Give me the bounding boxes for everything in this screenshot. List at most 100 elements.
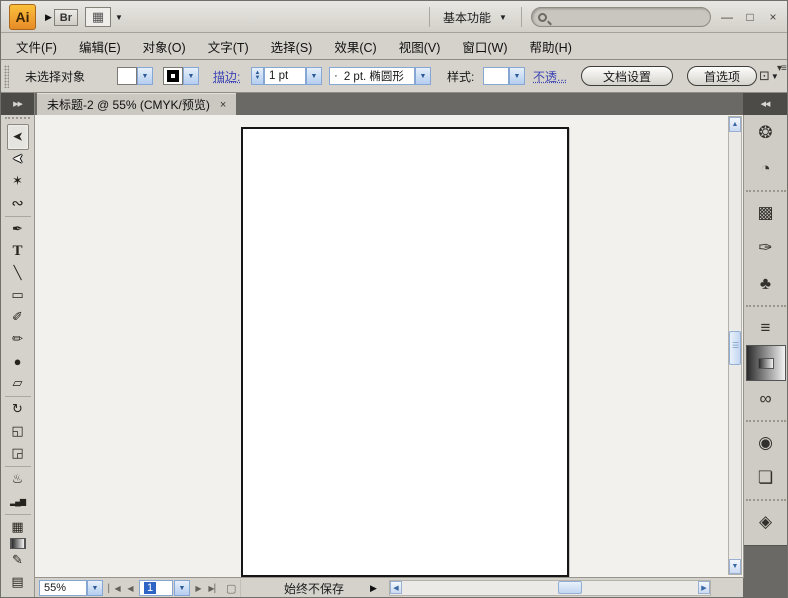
chevron-down-icon[interactable]: ▼ bbox=[137, 67, 153, 85]
tools-panel-collapse-button[interactable]: ▶▶ bbox=[1, 93, 35, 115]
direct-selection-tool[interactable]: ➤ bbox=[7, 146, 29, 172]
document-setup-button[interactable]: 文档设置 bbox=[581, 60, 673, 92]
stroke-weight-control[interactable]: ▲▼ 1 pt ▼ bbox=[251, 60, 322, 92]
chevron-down-icon[interactable]: ▼ bbox=[306, 67, 322, 85]
mesh-tool[interactable]: ▦ bbox=[5, 514, 31, 538]
app-window: Ai ▶ Br ▦ ▼ 基本功能 ▼ — □ × 文件(F) 编辑(E) bbox=[0, 0, 788, 598]
control-panel-menu[interactable]: ▾≡ bbox=[777, 52, 786, 84]
fill-swatch[interactable] bbox=[117, 67, 137, 85]
gradient-panel-icon[interactable] bbox=[746, 345, 786, 381]
document-tab-title: 未标题-2 @ 55% (CMYK/预览) bbox=[47, 96, 210, 113]
free-transform-tool[interactable]: ◲ bbox=[5, 442, 31, 464]
bridge-launcher[interactable]: ▶ Br bbox=[45, 9, 78, 26]
tab-close-icon[interactable]: × bbox=[220, 99, 226, 111]
close-button[interactable]: × bbox=[765, 9, 781, 24]
menu-item[interactable]: 窗口(W) bbox=[451, 33, 518, 60]
type-tool[interactable]: T bbox=[5, 240, 31, 262]
stroke-panel-icon[interactable]: ≡ bbox=[746, 305, 786, 345]
brush-definition-control[interactable]: · 2 pt. 椭圆形 ▼ bbox=[329, 60, 431, 92]
stroke-weight-stepper[interactable]: ▲▼ bbox=[251, 67, 264, 85]
artboard[interactable] bbox=[241, 127, 569, 577]
fill-color-control[interactable]: ▼ bbox=[117, 60, 153, 92]
menu-item[interactable]: 对象(O) bbox=[132, 33, 197, 60]
scale-tool[interactable]: ◱ bbox=[5, 420, 31, 442]
vertical-scrollbar-thumb[interactable] bbox=[729, 331, 741, 365]
menu-item[interactable]: 编辑(E) bbox=[68, 33, 132, 60]
slice-tool[interactable]: ▤ bbox=[5, 571, 31, 593]
eyedropper-tool[interactable]: ✎ bbox=[5, 549, 31, 571]
chevron-down-icon[interactable]: ▼ bbox=[183, 67, 199, 85]
stroke-weight-value[interactable]: 1 pt bbox=[264, 67, 306, 85]
double-arrow-right-icon: ▶▶ bbox=[13, 100, 22, 108]
next-artboard-button[interactable]: ▶ bbox=[191, 580, 206, 596]
status-popup-icon[interactable]: ▶ bbox=[370, 583, 377, 594]
chevron-down-icon[interactable]: ▼ bbox=[415, 67, 431, 85]
scroll-down-icon[interactable]: ▼ bbox=[729, 559, 741, 574]
menu-item[interactable]: 效果(C) bbox=[323, 33, 387, 60]
horizontal-scrollbar[interactable]: ◀ ▶ bbox=[389, 580, 711, 596]
opacity-panel-link[interactable]: 不透... bbox=[533, 60, 567, 92]
scroll-right-icon[interactable]: ▶ bbox=[698, 581, 710, 594]
chevron-down-icon[interactable]: ▼ bbox=[174, 580, 190, 596]
layers-panel-icon[interactable]: ◈ bbox=[746, 499, 786, 539]
workspace-switcher[interactable]: 基本功能 ▼ bbox=[439, 8, 511, 27]
menu-item[interactable]: 文字(T) bbox=[197, 33, 260, 60]
help-search[interactable] bbox=[531, 7, 711, 27]
horizontal-scrollbar-thumb[interactable] bbox=[558, 581, 582, 594]
eraser-tool[interactable]: ▱ bbox=[5, 372, 31, 394]
maximize-button[interactable]: □ bbox=[742, 9, 758, 24]
dock-bottom-corner bbox=[743, 578, 787, 598]
lasso-tool[interactable]: ∾ bbox=[5, 192, 31, 214]
pen-tool[interactable]: ✒ bbox=[5, 216, 31, 240]
brushes-panel-icon[interactable]: ✑ bbox=[746, 230, 786, 266]
titlebar-separator bbox=[429, 7, 430, 27]
panel-grip[interactable] bbox=[4, 65, 9, 88]
stroke-color-control[interactable]: ▼ bbox=[163, 60, 199, 92]
color-guide-panel-icon[interactable]: ◔ bbox=[746, 151, 786, 187]
magic-wand-tool[interactable]: ✶ bbox=[5, 170, 31, 192]
symbol-sprayer-tool[interactable]: ♨ bbox=[5, 466, 31, 490]
search-input[interactable] bbox=[552, 10, 692, 24]
rectangle-tool[interactable]: ▭ bbox=[5, 284, 31, 306]
dock-collapse-button[interactable]: ◀◀ bbox=[743, 93, 787, 115]
swatches-panel-icon[interactable]: ▩ bbox=[746, 190, 786, 230]
scroll-up-icon[interactable]: ▲ bbox=[729, 117, 741, 132]
stroke-swatch[interactable] bbox=[163, 67, 183, 85]
stroke-panel-link[interactable]: 描边: bbox=[213, 60, 240, 92]
menu-item[interactable]: 文件(F) bbox=[5, 33, 68, 60]
appearance-panel-icon[interactable]: ◉ bbox=[746, 420, 786, 460]
panel-dock: ❂ ◔ ▩ ✑ ♣ bbox=[743, 115, 787, 597]
transparency-panel-icon[interactable]: ∞ bbox=[746, 381, 786, 417]
arrange-documents-button[interactable]: ▦ ▼ bbox=[85, 7, 123, 27]
menu-item[interactable]: 选择(S) bbox=[260, 33, 324, 60]
color-panel-icon[interactable]: ❂ bbox=[746, 115, 786, 151]
first-artboard-button[interactable]: ▏◀ bbox=[107, 580, 122, 596]
rotate-tool[interactable]: ↻ bbox=[5, 396, 31, 420]
pencil-tool[interactable]: ✏ bbox=[5, 328, 31, 350]
artboard-number-input[interactable]: 1 bbox=[139, 580, 173, 596]
paintbrush-tool[interactable]: ✐ bbox=[5, 306, 31, 328]
menu-item[interactable]: 帮助(H) bbox=[519, 33, 583, 60]
vertical-scrollbar[interactable]: ▲ ▼ bbox=[728, 116, 742, 575]
blob-brush-tool[interactable]: ● bbox=[5, 350, 31, 372]
canvas[interactable]: ▲ ▼ bbox=[35, 115, 743, 577]
zoom-control[interactable]: 55% ▼ bbox=[39, 579, 103, 597]
graphic-styles-panel-icon[interactable]: ❏ bbox=[746, 460, 786, 496]
menu-item[interactable]: 视图(V) bbox=[388, 33, 452, 60]
line-segment-tool[interactable]: ╲ bbox=[5, 262, 31, 284]
scroll-left-icon[interactable]: ◀ bbox=[390, 581, 402, 594]
chevron-down-icon[interactable]: ▼ bbox=[87, 580, 103, 596]
symbols-panel-icon[interactable]: ♣ bbox=[746, 266, 786, 302]
previous-artboard-button[interactable]: ◀ bbox=[123, 580, 138, 596]
chevron-down-icon[interactable]: ▼ bbox=[509, 67, 525, 85]
preferences-button[interactable]: 首选项 bbox=[687, 60, 757, 92]
zoom-value[interactable]: 55% bbox=[39, 580, 87, 596]
select-similar-control[interactable]: ⊡ ▼ bbox=[759, 60, 779, 92]
graphic-style-control[interactable]: ▼ bbox=[483, 60, 525, 92]
main-area: ➤ ➤ ✶ ∾ ✒ bbox=[1, 115, 787, 597]
minimize-button[interactable]: — bbox=[719, 9, 735, 24]
column-graph-tool[interactable]: ▂▄▆ bbox=[5, 490, 31, 512]
document-tab[interactable]: 未标题-2 @ 55% (CMYK/预览) × bbox=[37, 93, 236, 115]
gradient-tool[interactable] bbox=[10, 538, 26, 549]
last-artboard-button[interactable]: ▶▏ bbox=[207, 580, 222, 596]
